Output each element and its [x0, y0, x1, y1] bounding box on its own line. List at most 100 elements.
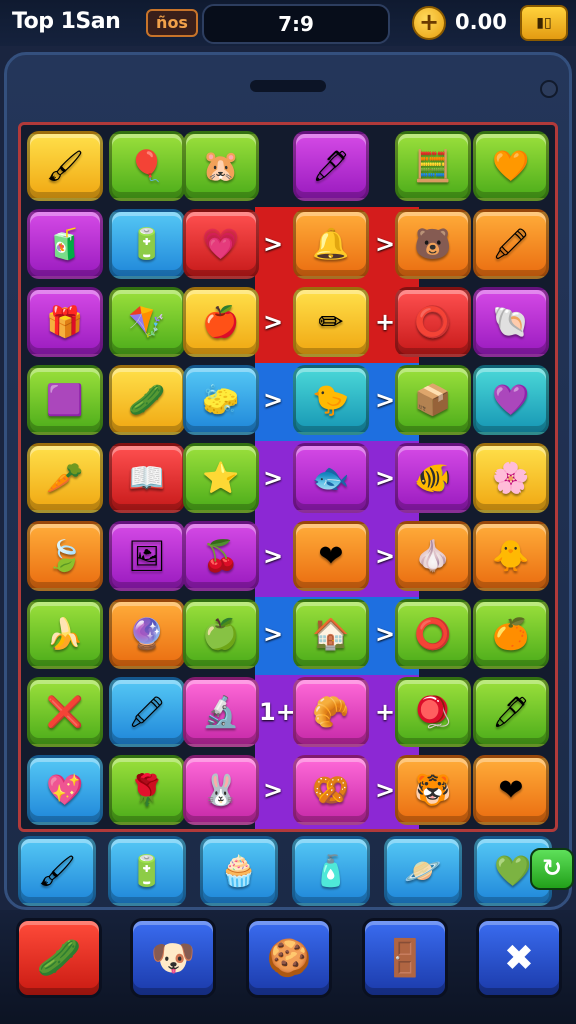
board-tile[interactable]: 🐠	[395, 443, 471, 513]
tray-slot[interactable]: 🪐	[384, 836, 462, 906]
board-tile[interactable]: 🎁	[27, 287, 103, 357]
board-tile[interactable]: ❌	[27, 677, 103, 747]
lane-arrow: >	[262, 542, 284, 570]
powerup-button[interactable]: 🚪	[362, 918, 448, 998]
board-tile[interactable]: 🍊	[473, 599, 549, 669]
board-tile[interactable]: ⭐	[183, 443, 259, 513]
level-badge[interactable]: ños	[146, 9, 198, 37]
board-tile[interactable]: 🍎	[183, 287, 259, 357]
settings-dot-icon[interactable]	[540, 80, 558, 98]
powerup-button[interactable]: 🥒	[16, 918, 102, 998]
cube-icon: 🟪	[46, 382, 84, 418]
battery-icon: 🔋	[128, 226, 166, 262]
lane-arrow: >	[262, 386, 284, 414]
carrot-icon: 🥕	[46, 460, 84, 496]
board-tile[interactable]: 🎈	[109, 131, 185, 201]
board-tile[interactable]: 🐚	[473, 287, 549, 357]
board-tile[interactable]: 🟪	[27, 365, 103, 435]
board-tile[interactable]: 🖊	[293, 131, 369, 201]
board-tile[interactable]: 🥐	[293, 677, 369, 747]
board-tile[interactable]: 🪀	[395, 677, 471, 747]
heart-icon: 💖	[46, 772, 84, 808]
board-tile[interactable]: 🌸	[473, 443, 549, 513]
board-tile[interactable]: 🧃	[27, 209, 103, 279]
apple-icon: 🍎	[202, 304, 240, 340]
chick-icon: 🐥	[492, 538, 530, 574]
bunny-icon: 🐰	[202, 772, 240, 808]
board-tile[interactable]: ✏	[293, 287, 369, 357]
apple-icon: 🍏	[202, 616, 240, 652]
board-tile[interactable]: ❤	[293, 521, 369, 591]
dog-powerup-icon: 🐶	[150, 938, 196, 979]
board-tile[interactable]: 🥨	[293, 755, 369, 825]
board-tile[interactable]: 🖊	[473, 677, 549, 747]
battery-icon: 🔋	[128, 853, 166, 889]
board-tile[interactable]: 🔔	[293, 209, 369, 279]
ball-icon: 🎈	[128, 148, 166, 184]
board-tile[interactable]: 🐰	[183, 755, 259, 825]
board-tile[interactable]: 🍃	[27, 521, 103, 591]
book-icon: 📖	[128, 460, 166, 496]
cucumber-powerup-icon: 🥒	[36, 938, 82, 979]
board-tile[interactable]: 🌹	[109, 755, 185, 825]
pretzel-icon: 🥨	[312, 772, 350, 808]
board-tile[interactable]: 🔬	[183, 677, 259, 747]
shuffle-button[interactable]: ↻	[530, 848, 574, 890]
board-tile[interactable]: 🐯	[395, 755, 471, 825]
board-tile[interactable]: 🍏	[183, 599, 259, 669]
board-tile[interactable]: ⭕	[395, 599, 471, 669]
lane-arrow: 1+	[259, 698, 296, 726]
cupcake-icon: 🧁	[220, 853, 258, 889]
board-tile[interactable]: 🥒	[109, 365, 185, 435]
board-tile[interactable]: 🐥	[473, 521, 549, 591]
board-tile[interactable]: 🧮	[395, 131, 471, 201]
tray-slot[interactable]: 🧴	[292, 836, 370, 906]
powerup-button[interactable]: 🍪	[246, 918, 332, 998]
board-tile[interactable]: 🖍	[473, 209, 549, 279]
board-tile[interactable]: 🖍	[109, 677, 185, 747]
board-tile[interactable]: 💖	[27, 755, 103, 825]
lane-arrow: >	[262, 776, 284, 804]
hamster-icon: 🐹	[202, 148, 240, 184]
board-tile[interactable]: 🐤	[293, 365, 369, 435]
board-tile[interactable]: 🔋	[109, 209, 185, 279]
add-coins-button[interactable]: +	[412, 6, 446, 40]
board-tile[interactable]: 🥕	[27, 443, 103, 513]
board-tile[interactable]: 🖼	[109, 521, 185, 591]
tray-slot[interactable]: 🧁	[200, 836, 278, 906]
board-tile[interactable]: 🍌	[27, 599, 103, 669]
crate-icon: 📦	[414, 382, 452, 418]
game-board: > > > + > > > > > > > >1+ + > > 🖌 🎈 🐹 🖊 🧮 🧡 🧃 🔋 💗 🔔 🐻 🖍 🎁 🪁 🍎 ✏ ⭕ 🐚 🟪 🥒 🧽 🐤 📦…	[18, 122, 558, 832]
board-tile[interactable]: 🐹	[183, 131, 259, 201]
board-tile[interactable]: 💜	[473, 365, 549, 435]
brush-icon: 🖌	[37, 853, 77, 889]
brush-icon: 🖌	[45, 148, 85, 184]
tray-slot[interactable]: 🔋	[108, 836, 186, 906]
board-tile[interactable]: 🍒	[183, 521, 259, 591]
board-tile[interactable]: 🧽	[183, 365, 259, 435]
lane-arrow: >	[262, 464, 284, 492]
powerup-button[interactable]: ✖	[476, 918, 562, 998]
wallet-icon[interactable]: ▮▯	[520, 5, 568, 41]
board-tile[interactable]: 🐟	[293, 443, 369, 513]
leaf-icon: 🍃	[46, 538, 84, 574]
x-powerup-icon: ✖	[503, 937, 535, 979]
board-tile[interactable]: 🏠	[293, 599, 369, 669]
board-tile[interactable]: 🪁	[109, 287, 185, 357]
banana-icon: 🍌	[46, 616, 84, 652]
board-tile[interactable]: 🧡	[473, 131, 549, 201]
powerup-button[interactable]: 🐶	[130, 918, 216, 998]
board-tile[interactable]: 🖌	[27, 131, 103, 201]
tray-slot[interactable]: 🖌	[18, 836, 96, 906]
board-tile[interactable]: 📦	[395, 365, 471, 435]
board-tile[interactable]: 💗	[183, 209, 259, 279]
can-icon: 🧃	[46, 226, 84, 262]
ring-icon: ⭕	[414, 304, 452, 340]
board-tile[interactable]: 🧄	[395, 521, 471, 591]
board-tile[interactable]: ❤	[473, 755, 549, 825]
board-tile[interactable]: 🔮	[109, 599, 185, 669]
croissant-icon: 🥐	[312, 694, 350, 730]
board-tile[interactable]: ⭕	[395, 287, 471, 357]
board-tile[interactable]: 🐻	[395, 209, 471, 279]
board-tile[interactable]: 📖	[109, 443, 185, 513]
